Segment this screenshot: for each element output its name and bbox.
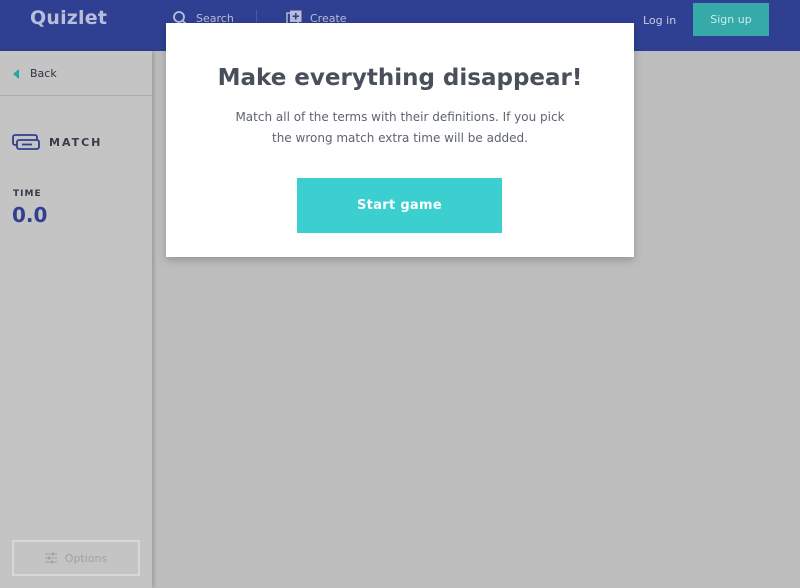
options-label: Options <box>64 551 108 565</box>
back-button[interactable]: Back <box>13 67 57 80</box>
quizlet-logo[interactable]: Quizlet <box>30 7 107 29</box>
start-game-modal: Make everything disappear! Match all of … <box>166 23 634 257</box>
time-label: TIME <box>13 189 42 199</box>
sidebar-divider <box>0 95 152 96</box>
mode-heading: MATCH <box>12 133 102 151</box>
mode-label: MATCH <box>49 135 103 149</box>
login-link[interactable]: Log in <box>643 14 676 27</box>
match-cards-icon <box>12 134 40 150</box>
back-label: Back <box>30 67 57 80</box>
sliders-icon <box>44 552 57 564</box>
start-game-button[interactable]: Start game <box>297 178 502 233</box>
match-game-page: Quizlet Search Create Log in Sign up Bac… <box>0 0 800 588</box>
caret-left-icon <box>13 68 19 79</box>
time-value: 0.0 <box>12 203 48 227</box>
signup-button[interactable]: Sign up <box>693 3 769 36</box>
match-sidebar: Back MATCH TIME 0.0 Options <box>0 51 152 588</box>
modal-description: Match all of the terms with their defini… <box>235 110 565 145</box>
modal-title: Make everything disappear! <box>217 65 583 91</box>
options-button[interactable]: Options <box>12 540 140 576</box>
